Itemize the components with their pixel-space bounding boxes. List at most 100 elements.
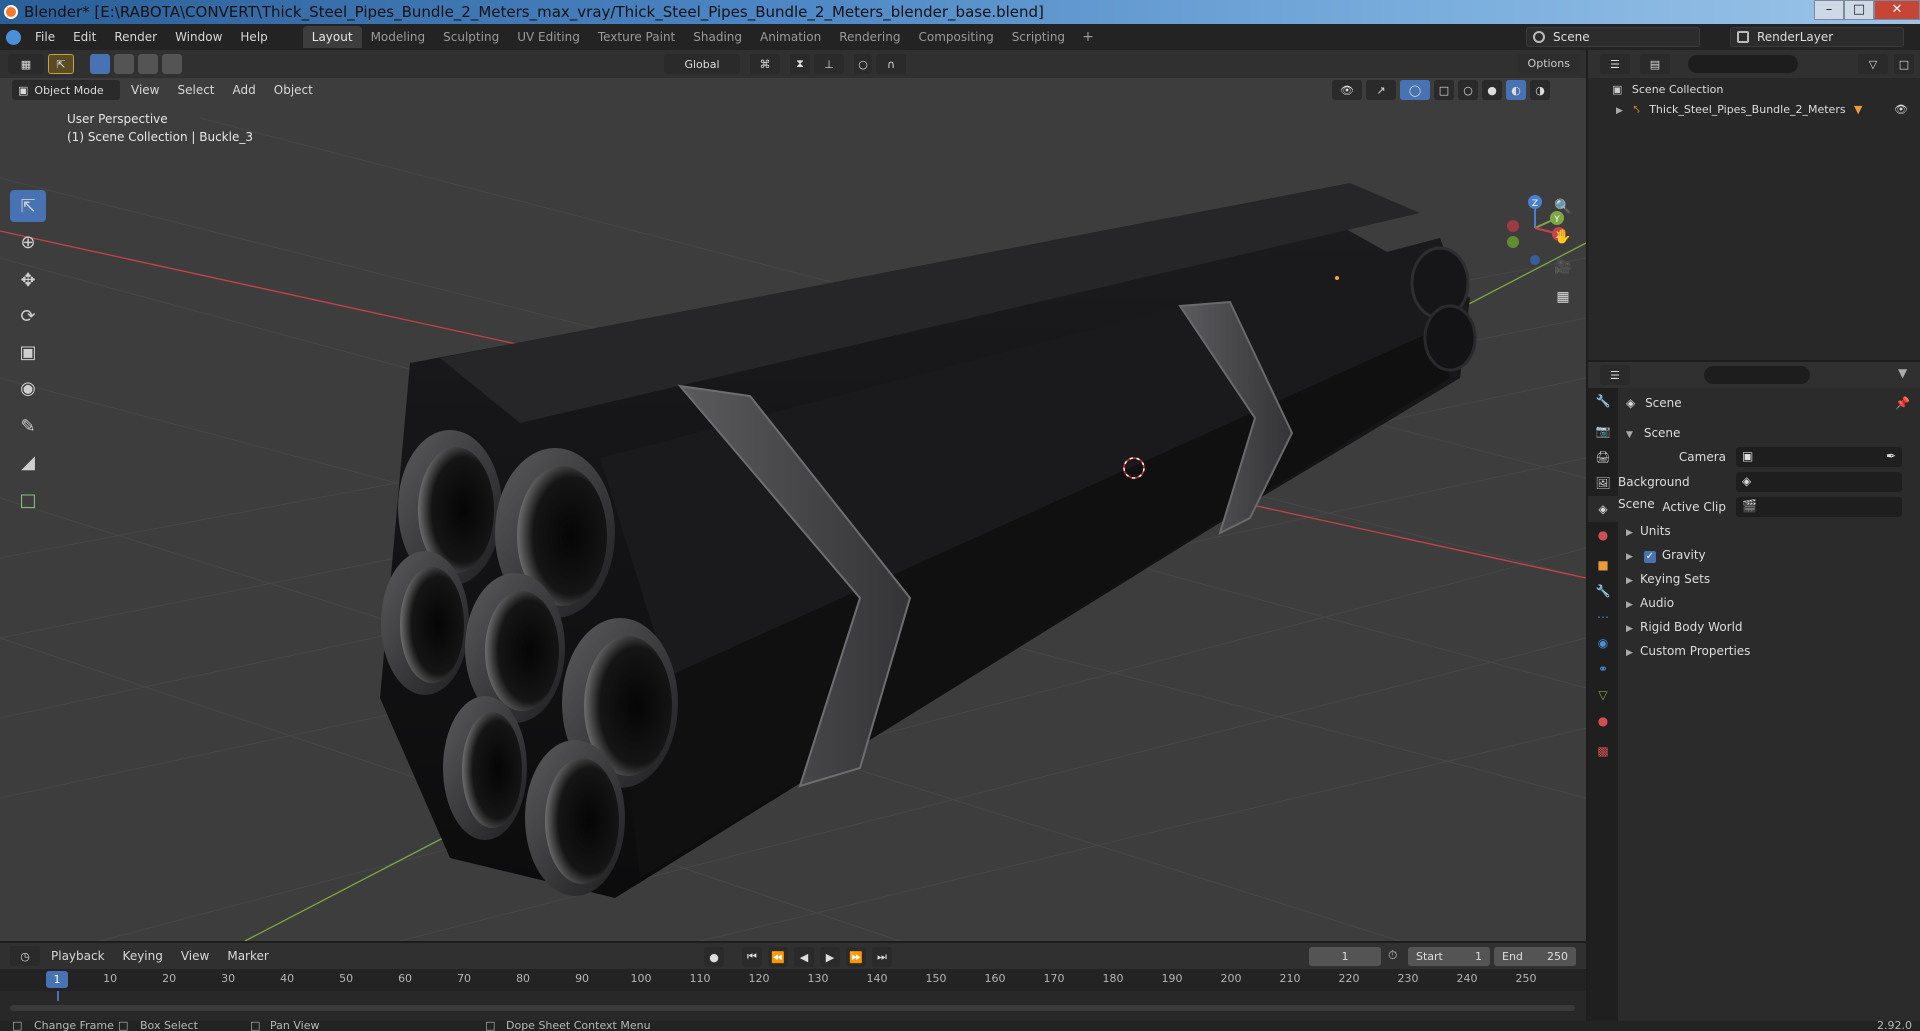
menu-timeline-view[interactable]: View <box>172 949 218 963</box>
tab-animation[interactable]: Animation <box>751 26 830 48</box>
zoom-icon[interactable]: 🔍 <box>1552 196 1574 218</box>
tab-compositing[interactable]: Compositing <box>909 26 1002 48</box>
orientation-dropdown[interactable]: Global <box>664 54 740 74</box>
select-new-icon[interactable] <box>90 54 110 74</box>
menu-file[interactable]: File <box>26 24 64 50</box>
cursor-tool-icon[interactable]: ⊕ <box>10 226 46 258</box>
tab-texture-paint[interactable]: Texture Paint <box>589 26 684 48</box>
object-tab-icon[interactable]: ■ <box>1588 552 1618 578</box>
menu-playback[interactable]: Playback <box>42 949 114 963</box>
render-tab-icon[interactable]: 📷 <box>1588 418 1618 444</box>
outliner-search-input[interactable] <box>1688 55 1798 73</box>
eyedropper-icon[interactable]: ✒ <box>1886 445 1896 467</box>
new-collection-icon[interactable]: □ <box>1894 54 1914 74</box>
tab-shading[interactable]: Shading <box>684 26 751 48</box>
select-intersect-icon[interactable] <box>162 54 182 74</box>
timeline-editor-icon[interactable]: ◷ <box>10 946 40 966</box>
menu-view[interactable]: View <box>122 83 168 97</box>
constraints-tab-icon[interactable]: ⚭ <box>1588 656 1618 682</box>
editor-type-button[interactable]: ▦ <box>8 54 44 74</box>
tab-modeling[interactable]: Modeling <box>362 26 435 48</box>
world-tab-icon[interactable]: ● <box>1588 522 1618 548</box>
rendered-shading-icon[interactable]: ◑ <box>1530 80 1550 100</box>
scene-tab-icon[interactable]: ◈ <box>1588 496 1618 522</box>
menu-keying[interactable]: Keying <box>114 949 172 963</box>
properties-options-icon[interactable]: ▼ <box>1898 366 1907 380</box>
stopwatch-icon[interactable]: ⏱ <box>1388 948 1397 963</box>
solid-shading-icon[interactable]: ● <box>1482 80 1502 100</box>
gravity-checkbox[interactable]: ✓ <box>1643 551 1656 563</box>
next-keyframe-icon[interactable]: ⏩ <box>846 947 866 967</box>
rotate-tool-icon[interactable]: ⟳ <box>10 300 46 332</box>
background-scene-field[interactable]: ◈ <box>1736 472 1902 492</box>
play-icon[interactable]: ▶ <box>820 947 840 967</box>
gravity-panel[interactable]: ▶ ✓ Gravity <box>1626 548 1706 563</box>
menu-object[interactable]: Object <box>265 83 322 97</box>
select-mode-icon[interactable]: ⇱ <box>48 54 74 74</box>
add-workspace-button[interactable]: + <box>1074 29 1102 45</box>
modifier-tab-icon[interactable]: 🔧 <box>1588 578 1618 604</box>
pan-hand-icon[interactable]: ✋ <box>1552 226 1574 248</box>
hide-eye-icon[interactable]: 👁 <box>1894 100 1908 120</box>
material-shading-icon[interactable]: ◐ <box>1506 80 1526 100</box>
mode-dropdown[interactable]: ▣ Object Mode <box>12 80 120 100</box>
scene-selector[interactable]: Scene <box>1526 27 1700 47</box>
tab-layout[interactable]: Layout <box>302 26 362 48</box>
data-tab-icon[interactable]: ▽ <box>1588 682 1618 708</box>
add-cube-tool-icon[interactable]: □ <box>10 484 46 516</box>
current-frame-field[interactable]: 1 <box>1309 947 1381 966</box>
output-tab-icon[interactable]: 🖨 <box>1588 444 1618 470</box>
timeline-scrollbar[interactable] <box>10 1005 1575 1011</box>
snap-icon[interactable]: ⧗ <box>790 54 810 74</box>
ortho-grid-icon[interactable]: ▦ <box>1552 286 1574 308</box>
view-layer-selector[interactable]: RenderLayer <box>1730 27 1904 47</box>
measure-tool-icon[interactable]: ◢ <box>10 446 46 478</box>
menu-window[interactable]: Window <box>166 24 231 50</box>
overlays-icon[interactable]: ◯ <box>1400 80 1430 100</box>
options-dropdown[interactable]: Options <box>1517 54 1580 74</box>
move-tool-icon[interactable]: ✥ <box>10 264 46 296</box>
outliner-editor-icon[interactable]: ☰ <box>1600 54 1630 74</box>
tab-scripting[interactable]: Scripting <box>1003 26 1074 48</box>
menu-add[interactable]: Add <box>224 83 265 97</box>
gizmo-toggle-icon[interactable]: ↗ <box>1366 80 1396 100</box>
camera-view-icon[interactable]: 🎥 <box>1552 256 1574 278</box>
select-extend-icon[interactable] <box>114 54 134 74</box>
start-frame-field[interactable]: Start 1 <box>1408 947 1490 966</box>
proportional-falloff-icon[interactable]: ∩ <box>876 54 906 74</box>
keying-sets-panel[interactable]: ▶ Keying Sets <box>1626 572 1710 586</box>
pivot-point-icon[interactable]: ⌘ <box>750 54 780 74</box>
3d-viewport[interactable]: User Perspective (1) Scene Collection | … <box>0 78 1586 941</box>
camera-field[interactable]: ▣ ✒ <box>1736 447 1902 467</box>
snap-target-icon[interactable]: ⊥ <box>814 54 844 74</box>
pipe-bundle-mesh[interactable] <box>380 183 1477 898</box>
jump-end-icon[interactable]: ⏭ <box>872 947 892 967</box>
annotate-tool-icon[interactable]: ✎ <box>10 410 46 442</box>
particles-tab-icon[interactable]: ⋯ <box>1588 604 1618 630</box>
menu-help[interactable]: Help <box>231 24 276 50</box>
outliner-item[interactable]: ▶ ⤣ Thick_Steel_Pipes_Bundle_2_Meters ▼ … <box>1588 100 1920 120</box>
play-reverse-icon[interactable]: ◀ <box>794 947 814 967</box>
scene-collection-row[interactable]: ▣ Scene Collection <box>1588 80 1920 100</box>
close-button[interactable]: ✕ <box>1874 0 1920 20</box>
tool-tab-icon[interactable]: 🔧 <box>1588 388 1618 414</box>
pin-icon[interactable]: 📌 <box>1895 392 1910 414</box>
wireframe-shading-icon[interactable]: ○ <box>1458 80 1478 100</box>
properties-search-input[interactable] <box>1704 366 1810 384</box>
blender-menu-icon[interactable] <box>0 24 26 50</box>
menu-edit[interactable]: Edit <box>64 24 105 50</box>
maximize-button[interactable]: □ <box>1844 0 1874 20</box>
timeline-area[interactable] <box>0 991 1586 1021</box>
properties-editor-icon[interactable]: ☰ <box>1600 365 1630 385</box>
timeline-ruler[interactable]: 1 10 20 30 40 50 60 70 80 90 100 110 120 130 140 150 160… <box>0 969 1586 991</box>
xray-icon[interactable]: □ <box>1434 80 1454 100</box>
prev-keyframe-icon[interactable]: ⏪ <box>768 947 788 967</box>
tab-uv-editing[interactable]: UV Editing <box>508 26 589 48</box>
expand-arrow-icon[interactable]: ▶ <box>1616 101 1630 121</box>
select-subtract-icon[interactable] <box>138 54 158 74</box>
scale-tool-icon[interactable]: ▣ <box>10 336 46 368</box>
tab-rendering[interactable]: Rendering <box>830 26 909 48</box>
view-layer-tab-icon[interactable]: 🖼 <box>1588 470 1618 496</box>
filter-icon[interactable]: ▽ <box>1858 54 1888 74</box>
proportional-edit-icon[interactable]: ○ <box>854 54 872 74</box>
